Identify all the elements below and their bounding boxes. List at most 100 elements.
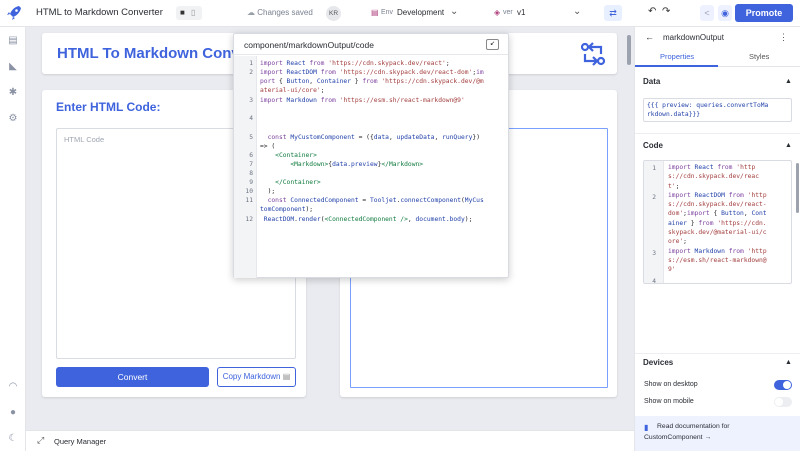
code-line: => ( bbox=[260, 143, 276, 150]
code-line: aterial-ui/core'; bbox=[260, 87, 325, 94]
code-line: import Markdown from 'https://esm.sh/rea… bbox=[260, 97, 465, 104]
data-section-heading[interactable]: Data bbox=[643, 77, 660, 86]
textarea-placeholder: HTML Code bbox=[64, 135, 105, 144]
component-name[interactable]: markdownOutput bbox=[663, 33, 724, 42]
code-line: <Markdown>{data.preview}</Markdown> bbox=[290, 161, 424, 168]
line-number: 4 bbox=[652, 278, 656, 284]
query-manager-label: Query Manager bbox=[54, 437, 107, 446]
code-line: </Container> bbox=[275, 179, 321, 186]
collapse-caret-icon[interactable]: ▲ bbox=[785, 78, 792, 85]
collapse-caret-icon[interactable]: ▲ bbox=[785, 142, 792, 149]
data-input-field[interactable]: {{{ preview: queries.convertToMa rkdown.… bbox=[643, 98, 792, 122]
expand-arrows-icon[interactable]: ⤢ bbox=[37, 435, 44, 446]
popup-title: component/markdownOutput/code bbox=[244, 40, 374, 50]
code-line: 9' bbox=[668, 266, 676, 274]
comments-toggle[interactable]: ■ ▯ bbox=[176, 6, 202, 20]
code-input-field[interactable]: 1 2 3 4 import React from 'http s://cdn.… bbox=[643, 160, 792, 284]
cloud-icon: ☁ bbox=[247, 8, 258, 17]
show-on-desktop-toggle[interactable] bbox=[774, 380, 792, 390]
code-gutter: 1 2 3 4 bbox=[644, 161, 664, 284]
input-heading: Enter HTML Code: bbox=[56, 100, 161, 114]
code-line: port { Button, Container } from 'https:/… bbox=[260, 78, 484, 85]
settings-gear-icon[interactable]: ⚙ bbox=[7, 113, 19, 125]
env-select-value[interactable]: Development bbox=[397, 8, 444, 17]
toggle-knob bbox=[783, 381, 791, 389]
book-icon: ▮ bbox=[644, 423, 649, 432]
code-line: const MyCustomComponent = ({data, update… bbox=[267, 134, 480, 141]
code-line: <Container> bbox=[275, 152, 317, 159]
pages-icon[interactable]: ▤ bbox=[7, 35, 19, 47]
version-select-value[interactable]: v1 bbox=[517, 8, 525, 17]
avatar[interactable]: KR bbox=[326, 6, 341, 21]
share-icon[interactable]: < bbox=[700, 5, 714, 21]
code-line: ReactDOM.render(<ConnectedComponent />, … bbox=[263, 216, 473, 223]
code-line: ainer } from 'https://cdn. bbox=[668, 219, 767, 227]
promote-label: Promote bbox=[745, 8, 783, 18]
show-on-desktop-label: Show on desktop bbox=[644, 381, 698, 388]
documentation-link[interactable]: ▮ Read documentation for CustomComponent… bbox=[635, 416, 800, 451]
theme-moon-icon[interactable]: ☾ bbox=[7, 433, 19, 445]
copy-markdown-button[interactable]: Copy Markdown ▤ bbox=[217, 367, 296, 387]
query-manager-bar[interactable]: ⤢ Query Manager bbox=[26, 430, 634, 451]
clipboard-icon: ▤ bbox=[282, 372, 291, 381]
line-number: 3 bbox=[652, 250, 656, 257]
doc-link-line: CustomComponent → bbox=[644, 434, 712, 441]
show-on-mobile-label: Show on mobile bbox=[644, 398, 694, 405]
support-headset-icon[interactable]: ◠ bbox=[7, 381, 19, 393]
env-label: Env bbox=[381, 9, 394, 16]
divider bbox=[635, 353, 800, 354]
editor-app: HTML to Markdown Converter ■ ▯ ☁ Changes… bbox=[0, 0, 800, 451]
data-value-line: rkdown.data}}} bbox=[647, 111, 701, 118]
chevron-down-icon[interactable]: ⌄ bbox=[450, 6, 458, 17]
show-on-mobile-toggle[interactable] bbox=[774, 397, 792, 407]
collapse-caret-icon[interactable]: ▲ bbox=[785, 359, 792, 366]
code-preview: import React from 'http s://cdn.skypack.… bbox=[668, 163, 788, 275]
canvas-scrollbar[interactable] bbox=[627, 35, 631, 65]
rocket-logo-icon[interactable] bbox=[5, 4, 23, 22]
panel-scrollbar[interactable] bbox=[796, 163, 799, 213]
code-line: ); bbox=[260, 188, 276, 195]
save-status-text: Changes saved bbox=[257, 8, 313, 17]
line-number: 1 bbox=[652, 165, 656, 172]
code-section-heading[interactable]: Code bbox=[643, 141, 663, 150]
code-line: s://esm.sh/react-markdown@ bbox=[668, 256, 767, 264]
divider bbox=[635, 67, 800, 68]
code-editor-body[interactable]: import React from 'https://cdn.skypack.d… bbox=[234, 56, 508, 278]
undo-icon[interactable]: ↶ bbox=[648, 6, 656, 17]
doc-link-line: Read documentation for bbox=[657, 423, 730, 430]
code-line: import React from 'https://cdn.skypack.d… bbox=[260, 60, 450, 67]
code-line: s://cdn.skypack.dev/reac bbox=[668, 173, 759, 181]
code-line: tomComponent); bbox=[260, 206, 314, 213]
comment-icon: ■ bbox=[180, 8, 185, 17]
version-label: ver bbox=[503, 9, 513, 16]
code-line: import ReactDOM from 'http bbox=[668, 191, 767, 199]
more-options-icon[interactable]: ⋮ bbox=[779, 32, 788, 43]
version-icon: ◈ bbox=[494, 8, 501, 17]
chevron-down-icon[interactable]: ⌄ bbox=[573, 6, 581, 17]
environment-icon: ▤ bbox=[371, 8, 379, 17]
tab-styles[interactable]: Styles bbox=[749, 52, 769, 61]
inspector-icon[interactable]: ◣ bbox=[7, 61, 19, 73]
code-line: dom';import { Button, Cont bbox=[668, 210, 767, 218]
convert-button[interactable]: Convert bbox=[56, 367, 209, 387]
code-line: skypack.dev/@material-ui/c bbox=[668, 229, 767, 237]
data-value-line: {{{ preview: queries.convertToMa bbox=[647, 102, 769, 109]
promote-button[interactable]: Promote bbox=[735, 4, 793, 22]
back-arrow-icon[interactable]: ← bbox=[645, 32, 654, 42]
grid-icon: ▯ bbox=[191, 8, 196, 17]
divider bbox=[635, 133, 800, 134]
redo-icon[interactable]: ↷ bbox=[662, 6, 670, 17]
preview-eye-icon[interactable]: ◉ bbox=[718, 5, 732, 21]
devices-section-heading[interactable]: Devices bbox=[643, 358, 673, 367]
debugger-bug-icon[interactable]: ✱ bbox=[7, 87, 19, 99]
line-number: 2 bbox=[652, 194, 656, 201]
app-title[interactable]: HTML to Markdown Converter bbox=[36, 7, 163, 18]
chat-icon[interactable]: ● bbox=[7, 407, 19, 419]
minimize-icon[interactable]: ↙ bbox=[486, 39, 499, 50]
save-status: ☁ Changes saved bbox=[247, 8, 313, 17]
tab-properties[interactable]: Properties bbox=[660, 52, 694, 61]
code-line: import React from 'http bbox=[668, 164, 756, 171]
code-line: s://cdn.skypack.dev/react- bbox=[668, 201, 767, 209]
refresh-icon[interactable]: ⇄ bbox=[604, 5, 622, 21]
inspector-tabs: Properties Styles bbox=[635, 47, 800, 67]
